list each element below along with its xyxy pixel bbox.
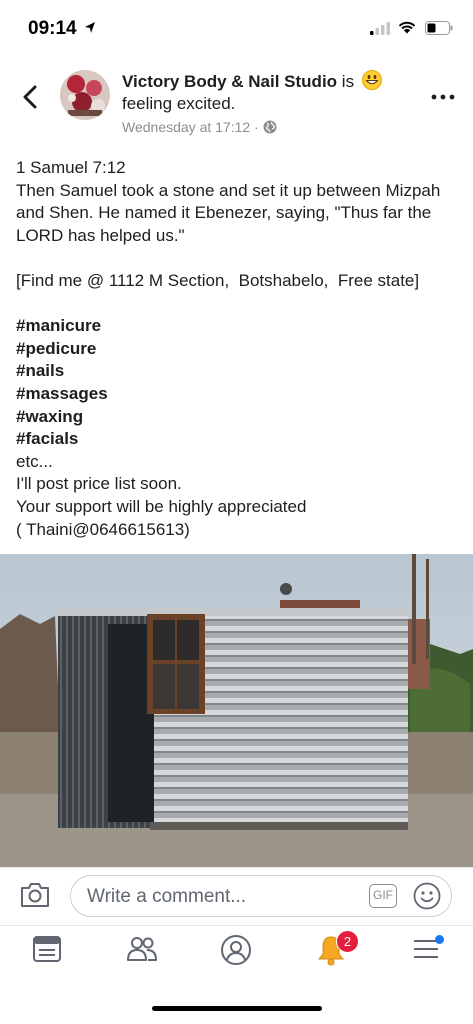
tab-profile[interactable] bbox=[216, 934, 256, 974]
tab-news-feed[interactable] bbox=[27, 934, 67, 974]
comment-bar: Write a comment... GIF bbox=[0, 867, 473, 926]
battery-icon bbox=[425, 21, 453, 35]
status-bar: 09:14 bbox=[0, 0, 473, 58]
hashtag-link[interactable]: #massages bbox=[16, 383, 461, 406]
post-timestamp[interactable]: Wednesday at 17:12 · bbox=[122, 119, 259, 135]
news-feed-icon bbox=[33, 936, 61, 962]
hashtag-link[interactable]: #nails bbox=[16, 360, 461, 383]
smiley-icon bbox=[413, 882, 441, 910]
closing-line: Your support will be highly appreciated bbox=[16, 496, 307, 516]
closing-line: etc... bbox=[16, 451, 53, 471]
camera-icon bbox=[21, 883, 49, 907]
closing-line: I'll post price list soon. bbox=[16, 474, 182, 494]
post-header: Victory Body & Nail Studio is feeling ex… bbox=[122, 70, 412, 135]
scripture-reference: 1 Samuel 7:12 bbox=[16, 158, 126, 177]
hashtag-link[interactable]: #manicure bbox=[16, 315, 461, 338]
wifi-icon bbox=[398, 21, 416, 34]
page-avatar[interactable] bbox=[60, 70, 110, 120]
shack-photo bbox=[0, 554, 473, 867]
hashtag-link[interactable]: #pedicure bbox=[16, 338, 461, 361]
post-photo[interactable] bbox=[0, 554, 473, 867]
chevron-left-icon bbox=[23, 85, 37, 109]
profile-icon bbox=[221, 935, 251, 965]
home-indicator[interactable] bbox=[152, 1006, 322, 1011]
hashtag-link[interactable]: #waxing bbox=[16, 406, 461, 429]
feeling-text: feeling excited. bbox=[122, 94, 236, 113]
comment-placeholder: Write a comment... bbox=[87, 886, 247, 907]
menu-indicator-dot bbox=[435, 935, 444, 944]
scripture-text: Then Samuel took a stone and set it up b… bbox=[16, 180, 446, 245]
back-button[interactable] bbox=[18, 82, 44, 112]
friends-icon bbox=[127, 937, 157, 961]
tab-friends[interactable] bbox=[122, 934, 162, 974]
cellular-signal-icon bbox=[370, 22, 390, 35]
is-text: is bbox=[337, 72, 355, 91]
notification-badge: 2 bbox=[336, 930, 359, 953]
globe-icon bbox=[263, 120, 277, 134]
sticker-button[interactable] bbox=[413, 882, 441, 915]
comment-input[interactable]: Write a comment... GIF bbox=[70, 875, 452, 917]
location-text: [Find me @ 1112 M Section, Botshabelo, F… bbox=[16, 270, 420, 290]
grinning-emoji-icon bbox=[361, 70, 382, 90]
page-name-link[interactable]: Victory Body & Nail Studio bbox=[122, 72, 337, 91]
tab-bar bbox=[0, 925, 473, 986]
more-options-button[interactable] bbox=[430, 90, 456, 102]
gif-button[interactable]: GIF bbox=[369, 884, 397, 908]
contact-line: ( Thaini@0646615613) bbox=[16, 519, 190, 539]
camera-button[interactable] bbox=[20, 882, 50, 913]
post-body: 1 Samuel 7:12 Then Samuel took a stone a… bbox=[16, 157, 461, 541]
hashtag-link[interactable]: #facials bbox=[16, 428, 461, 451]
avatar-image bbox=[60, 70, 110, 120]
status-time: 09:14 bbox=[28, 18, 77, 39]
location-arrow-icon bbox=[85, 22, 95, 33]
more-dots-icon bbox=[431, 94, 455, 100]
